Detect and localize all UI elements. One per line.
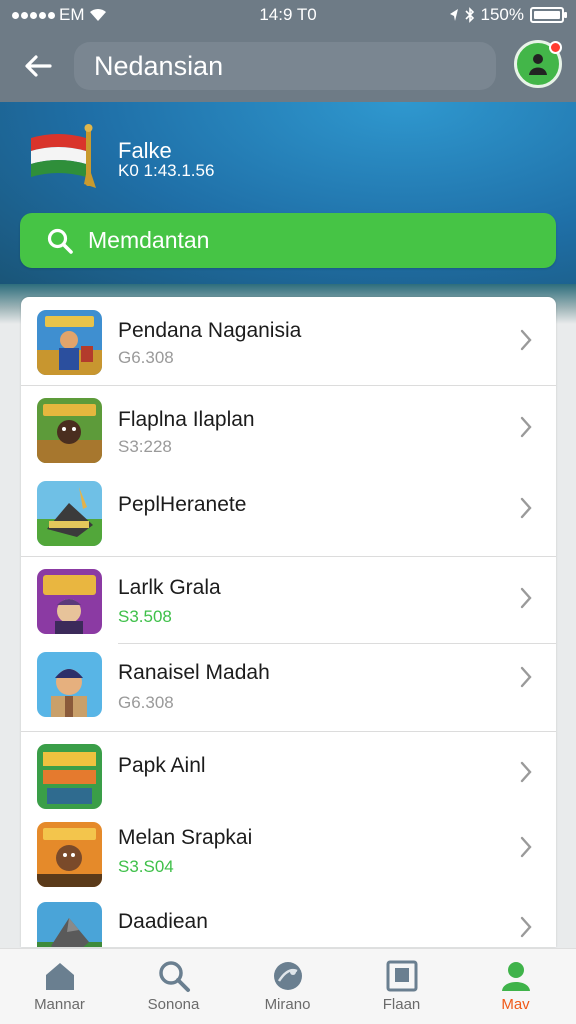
list-item[interactable]: Flaplna Ilaplan S3:228 (21, 386, 556, 470)
globe-icon (274, 962, 302, 990)
frame-icon (386, 960, 418, 992)
user-icon (529, 54, 547, 75)
list-item[interactable]: Melan Srapkai S3.S04 (21, 820, 556, 902)
game-name: Daadiean (118, 910, 208, 933)
game-price: G6.308 (118, 693, 174, 712)
chevron-right-icon (520, 416, 532, 438)
status-bar: EM 14:9 T0 150% (0, 0, 576, 30)
profile-banner: Falke K0 1:43.1.56 Memdantan (0, 102, 576, 284)
game-price: G6.308 (118, 348, 174, 367)
list-item[interactable]: Daadiean (21, 896, 556, 947)
notification-badge (549, 41, 562, 54)
game-name: Flaplna Ilaplan (118, 408, 255, 431)
list-item[interactable]: PeplHeranete (21, 470, 556, 556)
user-icon (502, 962, 530, 991)
nav-tab-home[interactable]: Mannar (2, 949, 117, 1024)
game-name: Ranaisel Madah (118, 661, 270, 684)
game-thumb-bear (37, 398, 102, 463)
game-thumb-dwarf (37, 822, 102, 887)
search-icon (159, 961, 190, 992)
game-thumb-tank (37, 481, 102, 546)
list-item[interactable]: Larlk Grala S3.508 (21, 557, 556, 643)
game-thumb-rock (37, 902, 102, 947)
back-button[interactable] (18, 46, 58, 86)
search-bar-label: Memdantan (88, 227, 210, 253)
nav-tab-explore[interactable]: Mirano (230, 949, 345, 1024)
game-list: Pendana Naganisia G6.308 Flaplna Ilaplan… (21, 297, 556, 947)
battery-icon (530, 7, 567, 23)
game-name: Pendana Naganisia (118, 319, 302, 342)
nav-label: Mav (501, 996, 530, 1013)
game-thumb-poster (37, 744, 102, 809)
location-icon (449, 9, 458, 21)
game-thumb-hero (37, 652, 102, 717)
app-header: Nedansian (0, 30, 576, 102)
flag-icon (31, 124, 96, 188)
game-price: S3.508 (118, 607, 172, 626)
search-bar[interactable]: Memdantan (20, 213, 556, 268)
battery-percent: 150% (480, 5, 524, 24)
nav-label: Mirano (264, 996, 311, 1013)
game-thumb-wizard (37, 569, 102, 634)
list-item[interactable]: Pendana Naganisia G6.308 (21, 297, 556, 385)
chevron-right-icon (520, 329, 532, 351)
chevron-right-icon (520, 666, 532, 688)
chevron-right-icon (520, 587, 532, 609)
game-name: PeplHeranete (118, 493, 247, 516)
game-name: Papk Ainl (118, 754, 206, 777)
game-name: Larlk Grala (118, 576, 221, 599)
game-price: S3.S04 (118, 857, 174, 876)
list-item[interactable]: Ranaisel Madah G6.308 (21, 644, 556, 731)
chevron-right-icon (520, 836, 532, 858)
game-price: S3:228 (118, 437, 172, 456)
nav-label: Mannar (34, 996, 85, 1013)
profile-button[interactable] (514, 40, 562, 88)
nav-label: Flaan (382, 996, 421, 1013)
game-name: Melan Srapkai (118, 826, 253, 849)
banner-subtitle: K0 1:43.1.56 (118, 161, 215, 180)
page-title: Nedansian (74, 42, 496, 90)
chevron-right-icon (520, 916, 532, 938)
nav-label: Sonona (147, 996, 200, 1013)
nav-tab-gallery[interactable]: Flaan (344, 949, 459, 1024)
nav-tab-search[interactable]: Sonona (116, 949, 231, 1024)
search-icon (47, 228, 73, 254)
bottom-navigation: Mannar Sonona Mirano Flaan Mav (0, 948, 576, 1024)
game-thumb-warrior (37, 310, 102, 375)
chevron-right-icon (520, 497, 532, 519)
chevron-right-icon (520, 761, 532, 783)
nav-tab-profile[interactable]: Mav (458, 949, 573, 1024)
back-arrow-icon (25, 55, 52, 77)
home-icon (46, 963, 74, 990)
list-item[interactable]: Papk Ainl (21, 732, 556, 820)
bluetooth-icon (464, 7, 474, 23)
